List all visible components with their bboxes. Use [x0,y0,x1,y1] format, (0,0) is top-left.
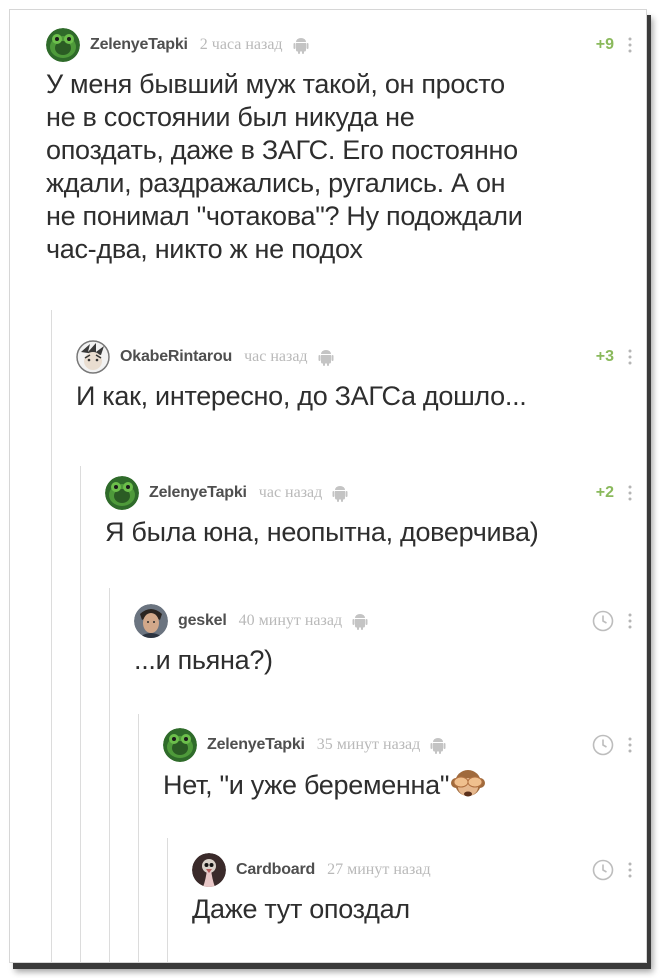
more-vertical-icon[interactable] [628,853,632,887]
comment-rating: +9 [595,36,614,53]
author-name[interactable]: ZelenyeTapki [149,484,247,502]
rating-block: +9 [596,28,614,62]
comment-header: OkabeRintarou час назад +3 [76,340,646,374]
comment-line: не понимал "чотакова"? Ну подождали [46,201,523,231]
comment: ZelenyeTapki час назад +2 Я была юна, не… [105,476,646,549]
avatar[interactable] [192,853,226,887]
android-icon [293,38,309,54]
comment-text: И как, интересно, до ЗАГСа дошло... [76,380,646,413]
thread-line [138,714,139,962]
rating-block [592,853,614,887]
android-icon [318,350,334,366]
comment-text: Даже тут опоздал [192,893,646,926]
clock-icon [592,610,614,632]
comment-header: ZelenyeTapki час назад +2 [105,476,646,510]
android-icon [430,738,446,754]
comment-line: Я была юна, неопытна, доверчива) [105,517,539,547]
comment-header: geskel 40 минут назад [134,604,646,638]
avatar[interactable] [76,340,110,374]
comment-rating: +2 [595,484,614,501]
comment-time[interactable]: час назад [259,484,322,502]
more-vertical-icon[interactable] [628,340,632,374]
comment: ZelenyeTapki 35 минут назад Нет, "и уже … [163,728,646,802]
comment-line: опоздать, даже в ЗАГС. Его постоянно [46,135,518,165]
avatar[interactable] [46,28,80,62]
rating-block [592,604,614,638]
more-vertical-icon[interactable] [628,728,632,762]
comment-time[interactable]: 27 минут назад [327,861,430,879]
comment-line: И как, интересно, до ЗАГСа дошло... [76,381,527,411]
more-vertical-icon[interactable] [628,28,632,62]
comment-time[interactable]: 35 минут назад [317,736,420,754]
comment-line: У меня бывший муж такой, он просто [46,69,505,99]
thread-line [167,838,168,962]
author-name[interactable]: ZelenyeTapki [207,736,305,754]
thread-line [80,466,81,962]
comment-line: Даже тут опоздал [192,894,410,924]
comment-time[interactable]: 2 часа назад [200,36,283,54]
rating-block: +2 [596,476,614,510]
author-name[interactable]: ZelenyeTapki [90,36,188,54]
author-name[interactable]: OkabeRintarou [120,348,232,366]
comment-time[interactable]: час назад [244,348,307,366]
comment-header: Cardboard 27 минут назад [192,853,646,887]
comment-line: ждали, раздражались, ругались. А он [46,168,506,198]
avatar[interactable] [134,604,168,638]
comment-line: Нет, "и уже беременна" [163,770,450,800]
author-name[interactable]: Cardboard [236,861,315,879]
comment-line: час-два, никто ж не подох [46,234,363,264]
comment-text: У меня бывший муж такой, он просто не в … [46,68,646,266]
comment-line: не в состоянии был никуда не [46,102,415,132]
more-vertical-icon[interactable] [628,604,632,638]
clock-icon [592,734,614,756]
clock-icon [592,859,614,881]
comment-text: Нет, "и уже беременна" [163,768,646,802]
comment-text: Я была юна, неопытна, доверчива) [105,516,646,549]
rating-block [592,728,614,762]
comment-header: ZelenyeTapki 35 минут назад [163,728,646,762]
rating-block: +3 [596,340,614,374]
avatar[interactable] [105,476,139,510]
comment: OkabeRintarou час назад +3 И как, интере… [76,340,646,413]
comment: geskel 40 минут назад ...и пьяна?) [134,604,646,677]
more-vertical-icon[interactable] [628,476,632,510]
comment-time[interactable]: 40 минут назад [239,612,342,630]
android-icon [332,486,348,502]
see-no-evil-monkey-icon [451,770,486,797]
comment-header: ZelenyeTapki 2 часа назад +9 [46,28,646,62]
android-icon [352,614,368,630]
avatar[interactable] [163,728,197,762]
comment-text: ...и пьяна?) [134,644,646,677]
comment: Cardboard 27 минут назад Даже тут опозда… [192,853,646,926]
comment-line: ...и пьяна?) [134,645,273,675]
thread-line [51,310,52,962]
thread-line [109,588,110,962]
comments-thread: ZelenyeTapki 2 часа назад +9 У меня бывш… [9,9,647,963]
comment: ZelenyeTapki 2 часа назад +9 У меня бывш… [46,28,646,266]
author-name[interactable]: geskel [178,612,227,630]
comment-rating: +3 [595,348,614,365]
